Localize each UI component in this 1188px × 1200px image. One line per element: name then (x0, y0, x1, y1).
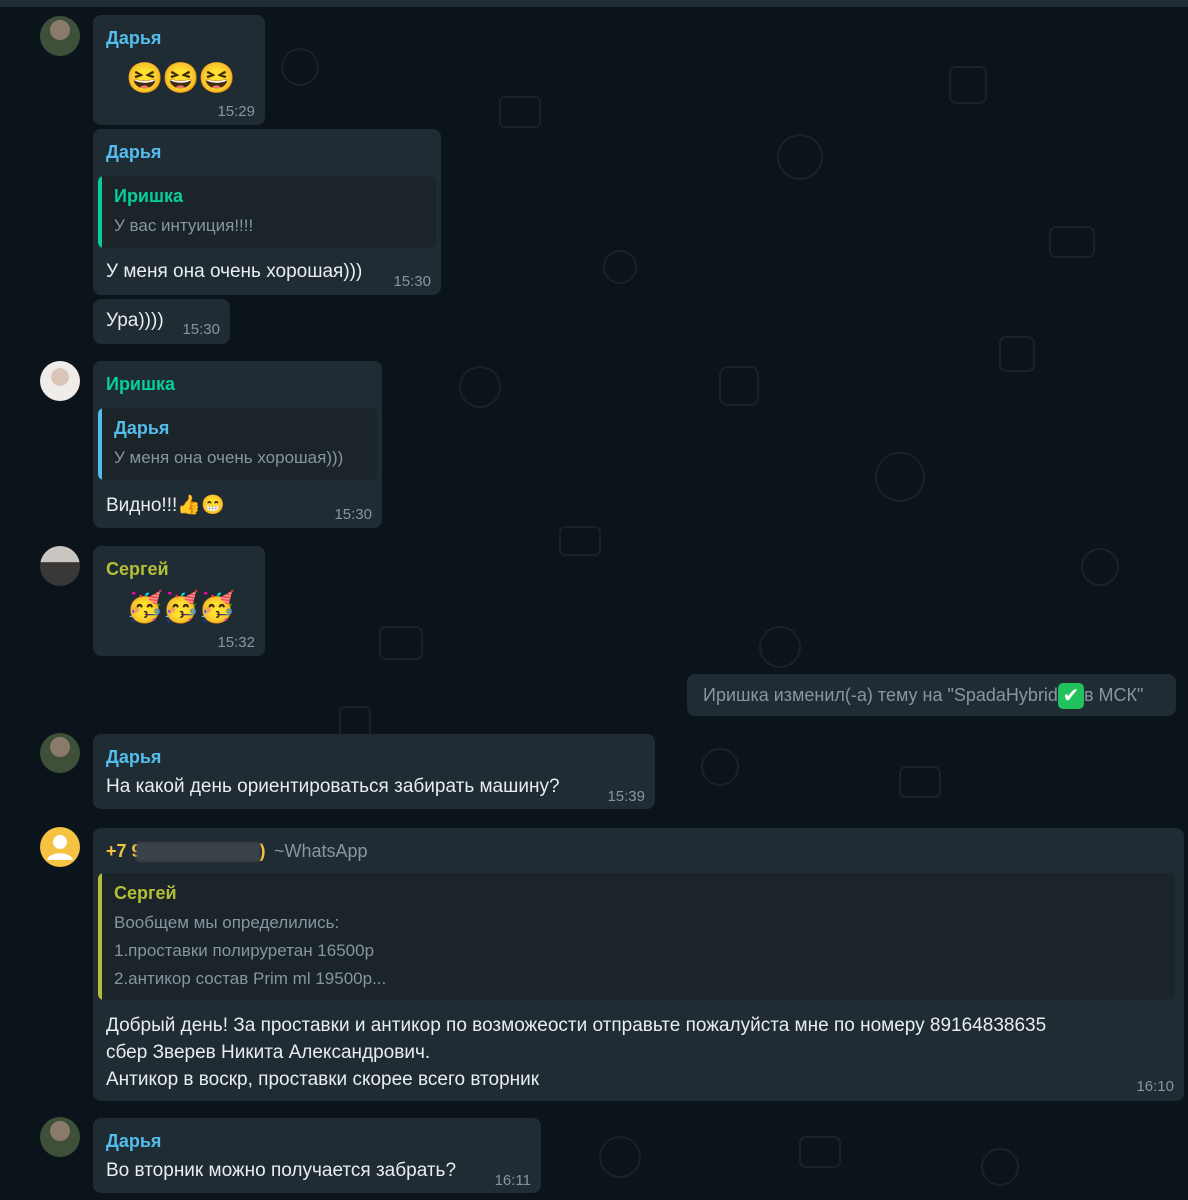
grinning-squint-emoji: 😆 (126, 62, 164, 95)
message-line: Антикор в воскр, проставки скорее всего … (106, 1069, 540, 1090)
quote-text: У вас интуиция!!!! (114, 216, 254, 235)
quote-bar (98, 176, 102, 248)
message-text: Во вторник можно получается забрать? (106, 1160, 457, 1181)
sender-name[interactable]: Дарья (106, 1131, 161, 1152)
message-line: сбер Зверев Никита Александрович. (106, 1042, 431, 1063)
message-bubble[interactable]: Дарья 😆 😆 😆 15:29 (93, 15, 265, 125)
quoted-message[interactable]: Иришка У вас интуиция!!!! (98, 176, 436, 248)
message-time: 16:10 (1136, 1078, 1174, 1095)
message-bubble[interactable]: Дарья Во вторник можно получается забрат… (93, 1118, 541, 1193)
sender-name[interactable]: Дарья (106, 142, 161, 163)
message-text: На какой день ориентироваться забирать м… (106, 776, 560, 797)
check-mark-icon: ✔ (1057, 683, 1084, 709)
sender-name[interactable]: Дарья (106, 28, 161, 49)
quoted-message[interactable]: Сергей Вообщем мы определились: 1.проста… (98, 873, 1175, 1000)
avatar-darya[interactable] (40, 733, 80, 773)
message-bubble[interactable]: Дарья Иришка У вас интуиция!!!! У меня о… (93, 129, 441, 295)
message-bubble[interactable]: Дарья На какой день ориентироваться заби… (93, 734, 655, 809)
avatar-sergey[interactable] (40, 546, 80, 586)
quote-bar (98, 408, 102, 480)
partying-face-emoji: 🥳 (198, 591, 236, 624)
sender-name[interactable]: Дарья (106, 747, 161, 768)
quoted-message[interactable]: Дарья У меня она очень хорошая))) (98, 408, 377, 480)
avatar-darya[interactable] (40, 16, 80, 56)
quote-line: 1.проставки полируретан 16500р (114, 941, 375, 960)
message-bubble[interactable]: Иришка Дарья У меня она очень хорошая)))… (93, 361, 382, 528)
quote-sender: Сергей (114, 883, 177, 903)
redacted-phone-overlay (136, 842, 260, 862)
message-bubble[interactable]: Сергей 🥳 🥳 🥳 15:32 (93, 546, 265, 656)
message-text: У меня она очень хорошая))) (106, 261, 363, 282)
partying-face-emoji: 🥳 (162, 591, 200, 624)
message-text: Видно!!!👍😁 (106, 493, 225, 517)
partying-face-emoji: 🥳 (126, 591, 164, 624)
quote-line: 2.антикор состав Prim ml 19500р... (114, 969, 387, 988)
message-time: 16:11 (494, 1172, 531, 1189)
message-time: 15:29 (217, 103, 255, 120)
message-time: 15:30 (182, 321, 220, 338)
whatsapp-label: ~WhatsApp (274, 841, 368, 861)
grinning-squint-emoji: 😆 (198, 62, 236, 95)
system-text: Иришка изменил(-а) тему на "SpadaHybrid (703, 684, 1058, 705)
message-text: Ура)))) (106, 310, 164, 331)
quote-bar (98, 873, 102, 1000)
message-text: Добрый день! За проставки и антикор по в… (106, 1012, 1166, 1093)
message-line: Добрый день! За проставки и антикор по в… (106, 1015, 1047, 1036)
system-message-topic-changed: Иришка изменил(-а) тему на "SpadaHybrid ✔… (687, 674, 1176, 716)
avatar-irishka[interactable] (40, 361, 80, 401)
message-bubble[interactable]: Ура)))) 15:30 (93, 299, 230, 344)
beaming-face-emoji: 😁 (200, 495, 225, 516)
avatar-darya[interactable] (40, 1117, 80, 1157)
thumbs-up-emoji: 👍 (177, 495, 201, 516)
quote-sender: Иришка (114, 186, 184, 206)
message-bubble[interactable]: +7 9) ~WhatsApp Сергей Вообщем мы опреде… (93, 828, 1184, 1101)
message-time: 15:30 (393, 273, 431, 290)
message-time: 15:30 (334, 506, 372, 523)
message-text-body: Видно!!! (106, 495, 178, 516)
message-time: 15:39 (607, 788, 645, 805)
grinning-squint-emoji: 😆 (162, 62, 200, 95)
top-border (0, 0, 1188, 7)
system-text-end: в МСК" (1083, 684, 1144, 705)
message-time: 15:32 (217, 634, 255, 651)
person-icon (47, 835, 73, 860)
sender-name[interactable]: Сергей (106, 559, 169, 580)
quote-text: У меня она очень хорошая))) (114, 448, 344, 467)
quote-sender: Дарья (114, 418, 170, 438)
sender-phone-end: ) (259, 841, 266, 861)
quote-line: Вообщем мы определились: (114, 913, 340, 932)
avatar-default[interactable] (40, 827, 80, 867)
sender-name[interactable]: Иришка (106, 374, 175, 395)
